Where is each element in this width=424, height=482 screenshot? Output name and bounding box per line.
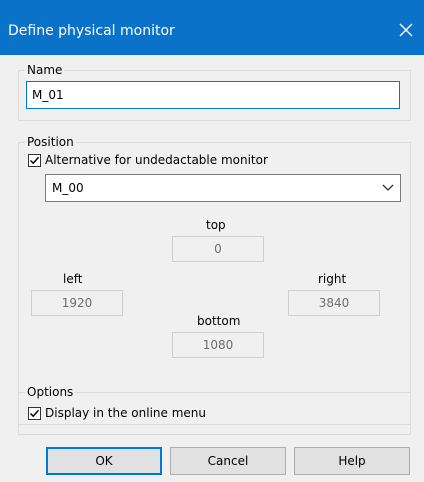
chevron-down-icon xyxy=(382,184,394,191)
position-group-legend: Position xyxy=(27,135,74,149)
bottom-field[interactable]: 1080 xyxy=(172,332,264,358)
close-icon[interactable] xyxy=(394,18,418,42)
alternative-monitor-value: M_00 xyxy=(52,181,84,195)
alternative-checkbox-label: Alternative for undedactable monitor xyxy=(45,153,268,167)
alternative-monitor-select[interactable]: M_00 xyxy=(45,174,401,202)
left-label: left xyxy=(63,272,83,286)
dialog-body: Name M_01 Position Alternative for unded… xyxy=(0,55,424,482)
checkmark-icon xyxy=(28,153,41,167)
bottom-label: bottom xyxy=(197,314,241,328)
top-label: top xyxy=(206,218,226,232)
title-bar: Define physical monitor xyxy=(0,0,424,55)
help-button[interactable]: Help xyxy=(294,447,410,475)
online-menu-checkbox-label: Display in the online menu xyxy=(45,406,207,420)
top-field[interactable]: 0 xyxy=(172,236,264,262)
right-field[interactable]: 3840 xyxy=(288,290,380,316)
window-title: Define physical monitor xyxy=(8,23,175,39)
ok-button[interactable]: OK xyxy=(46,447,162,475)
left-field[interactable]: 1920 xyxy=(31,290,123,316)
checkmark-icon xyxy=(28,406,41,420)
dialog-window: Define physical monitor Name M_01 Positi… xyxy=(0,0,424,482)
name-input[interactable]: M_01 xyxy=(26,81,400,109)
right-label: right xyxy=(318,272,347,286)
options-group-legend: Options xyxy=(27,385,74,399)
cancel-button[interactable]: Cancel xyxy=(170,447,286,475)
name-group-legend: Name xyxy=(27,63,63,77)
alternative-checkbox[interactable]: Alternative for undedactable monitor xyxy=(28,153,268,167)
online-menu-checkbox[interactable]: Display in the online menu xyxy=(28,406,206,420)
